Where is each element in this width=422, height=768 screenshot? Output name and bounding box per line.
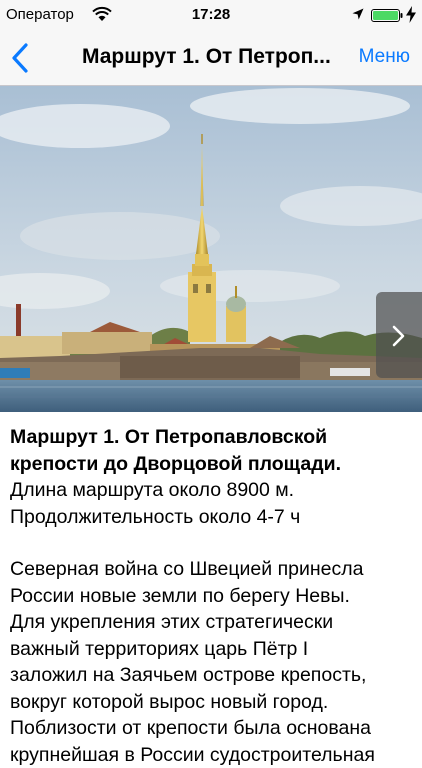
body-line: Для укрепления этих стратегически	[10, 609, 414, 636]
status-bar: Оператор 17:28	[0, 0, 422, 30]
body-line: важный территориях царь Пётр I	[10, 636, 414, 663]
back-button[interactable]	[6, 40, 40, 76]
charging-bolt-icon	[406, 6, 416, 23]
page-title: Маршрут 1. От Петроп...	[82, 45, 344, 69]
route-heading: Маршрут 1. От Петропавловской крепости д…	[10, 424, 414, 477]
next-photo-button[interactable]	[376, 292, 422, 378]
route-length: Длина маршрута около 8900 м.	[10, 477, 414, 504]
chevron-right-icon	[391, 325, 407, 347]
route-info: Длина маршрута около 8900 м. Продолжител…	[10, 477, 414, 530]
navigation-bar: Маршрут 1. От Петроп... Меню	[0, 30, 422, 86]
chevron-left-icon	[6, 40, 40, 76]
body-line: заложил на Заячьем острове крепость,	[10, 662, 414, 689]
route-photo	[0, 86, 422, 412]
battery-icon	[371, 9, 403, 22]
route-body-text: Северная война со Швецией принесла Росси…	[10, 556, 414, 768]
route-duration: Продолжительность около 4-7 ч	[10, 504, 414, 531]
route-heading-line: Маршрут 1. От Петропавловской	[10, 424, 414, 451]
body-line: крупнейшая в России судостроительная	[10, 742, 414, 768]
fortress-photo	[0, 86, 422, 412]
route-heading-line: крепости до Дворцовой площади.	[10, 451, 414, 478]
menu-button[interactable]: Меню	[359, 46, 410, 68]
body-line: Северная война со Швецией принесла	[10, 556, 414, 583]
body-line: вокруг которой вырос новый город.	[10, 689, 414, 716]
route-description: Маршрут 1. От Петропавловской крепости д…	[10, 424, 414, 768]
body-line: Поблизости от крепости была основана	[10, 715, 414, 742]
location-arrow-icon	[352, 8, 364, 20]
body-line: России новые земли по берегу Невы.	[10, 583, 414, 610]
